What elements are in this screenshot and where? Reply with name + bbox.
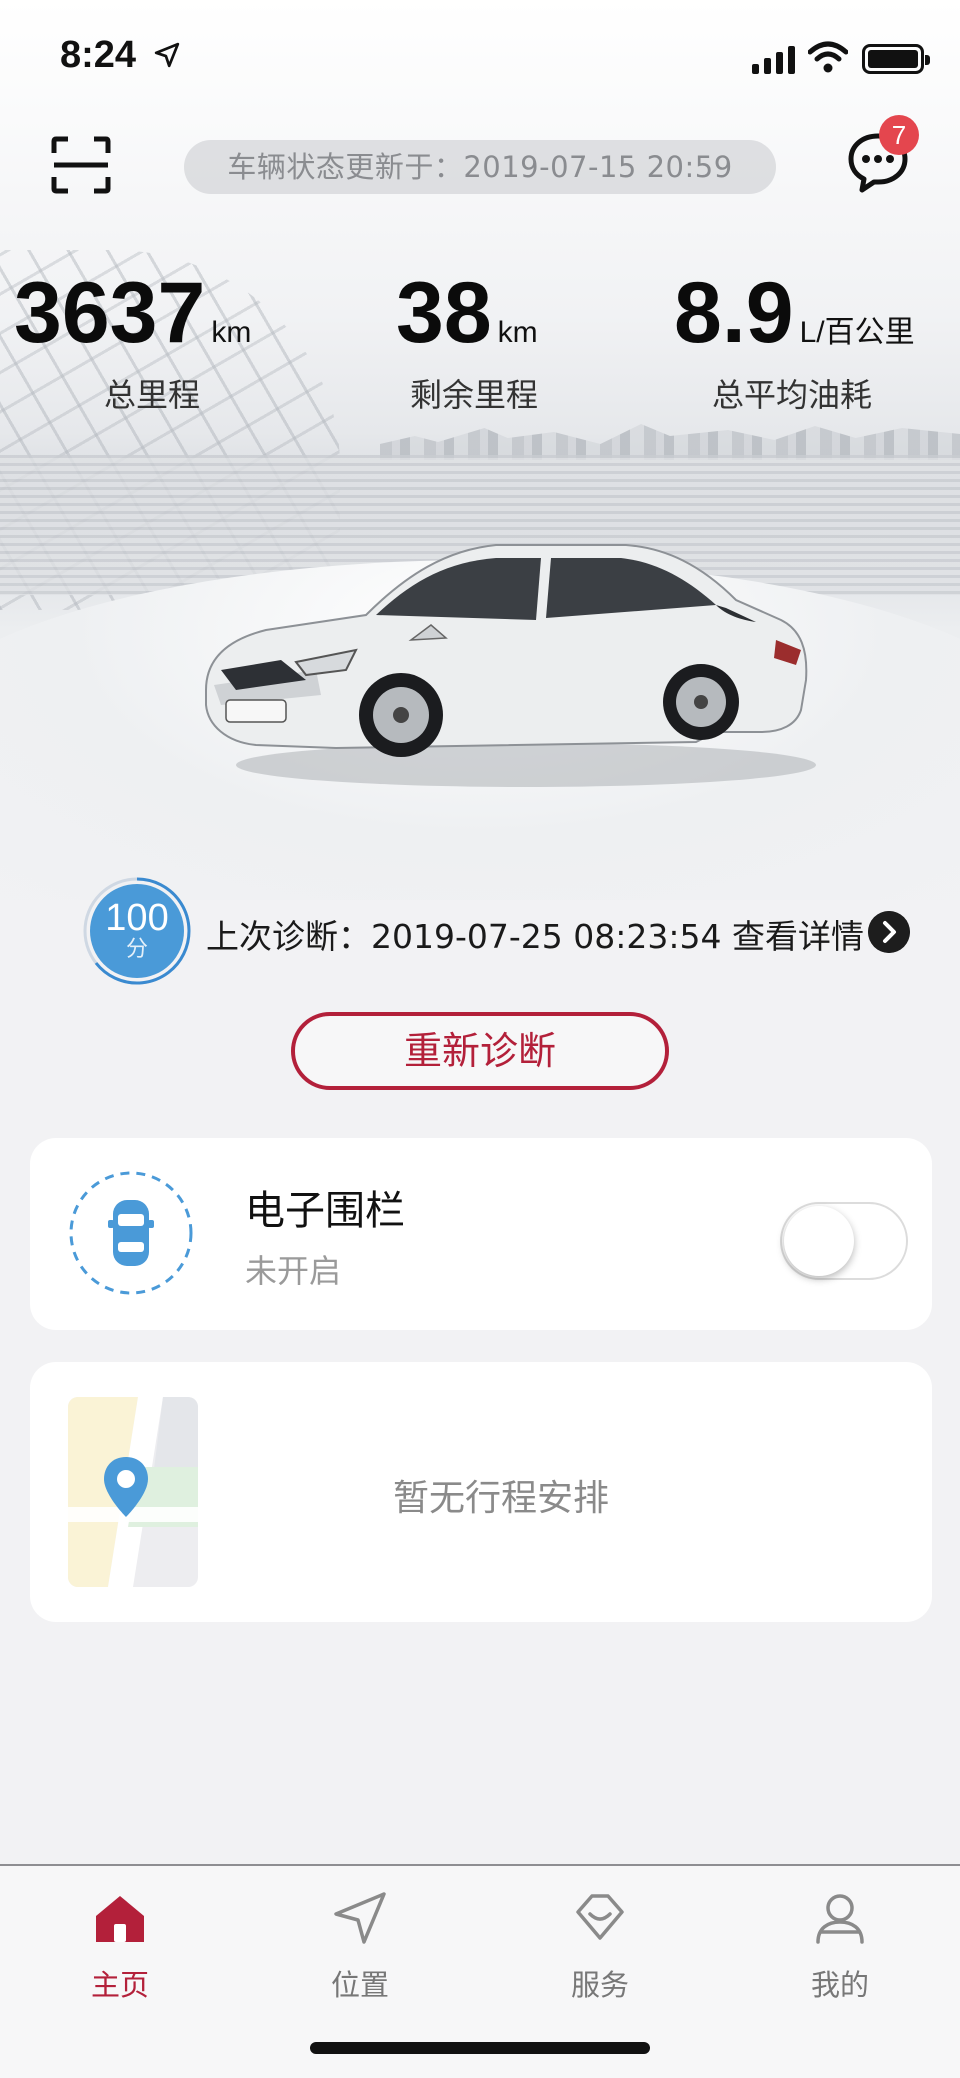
trip-card[interactable]: 暂无行程安排 [30,1362,932,1622]
city-skyline [380,424,960,460]
location-services-icon [154,42,180,68]
geofence-title: 电子围栏 [245,1188,405,1234]
car-image [205,544,816,787]
average-fuel-unit: L/百公里 [799,316,915,349]
geofence-status: 未开启 [245,1252,342,1290]
message-badge: 7 [879,115,919,155]
diagnosis-score-badge: 100 分 [90,884,184,978]
trip-empty-text: 暂无行程安排 [392,1478,609,1519]
tab-profile-label: 我的 [810,1968,869,2002]
remaining-range-unit: km [497,316,538,349]
vehicle-status-update-pill: 车辆状态更新于：2019-07-15 20:59 [184,140,776,194]
tab-service-label: 服务 [570,1968,629,2002]
stat-total-mileage: 3637 km 总里程 [14,270,252,414]
remaining-range-label: 剩余里程 [410,376,539,414]
diagnosis-score: 100 [105,897,169,939]
tab-home[interactable]: 主页 [50,1888,190,2004]
status-bar: 8:24 [0,0,960,120]
stat-remaining-range: 38 km 剩余里程 [396,270,538,414]
home-indicator [310,2042,650,2054]
remaining-range-value: 38 [396,265,492,361]
chevron-right-icon[interactable] [868,911,910,953]
tab-profile[interactable]: 我的 [770,1888,910,2004]
geofence-card[interactable]: 电子围栏 未开启 [30,1138,932,1330]
geofence-toggle[interactable] [780,1202,908,1280]
average-fuel-value: 8.9 [674,265,794,361]
tab-service[interactable]: 服务 [530,1888,670,2004]
status-time: 8:24 [60,34,137,76]
tab-location[interactable]: 位置 [290,1888,430,2004]
stat-average-fuel: 8.9 L/百公里 总平均油耗 [674,270,915,414]
profile-icon [816,1894,864,1944]
home-icon [96,1896,144,1942]
tab-location-label: 位置 [330,1968,389,2002]
scan-icon[interactable] [50,135,112,195]
tab-home-label: 主页 [90,1968,149,2002]
battery-icon [862,44,930,74]
toggle-knob [784,1206,854,1276]
geofence-car-icon [69,1171,193,1295]
location-arrow-icon [334,1892,386,1944]
total-mileage-unit: km [211,316,252,349]
average-fuel-label: 总平均油耗 [712,376,873,414]
wifi-icon [808,41,848,73]
rediagnose-button[interactable]: 重新诊断 [291,1012,669,1090]
service-icon [576,1894,624,1940]
last-diagnosis-text[interactable]: 上次诊断：2019-07-25 08:23:54 查看详情 [206,910,864,958]
cellular-signal-icon [752,44,796,74]
total-mileage-label: 总里程 [104,376,201,414]
total-mileage-value: 3637 [14,265,206,361]
diagnosis-score-unit: 分 [125,937,148,962]
